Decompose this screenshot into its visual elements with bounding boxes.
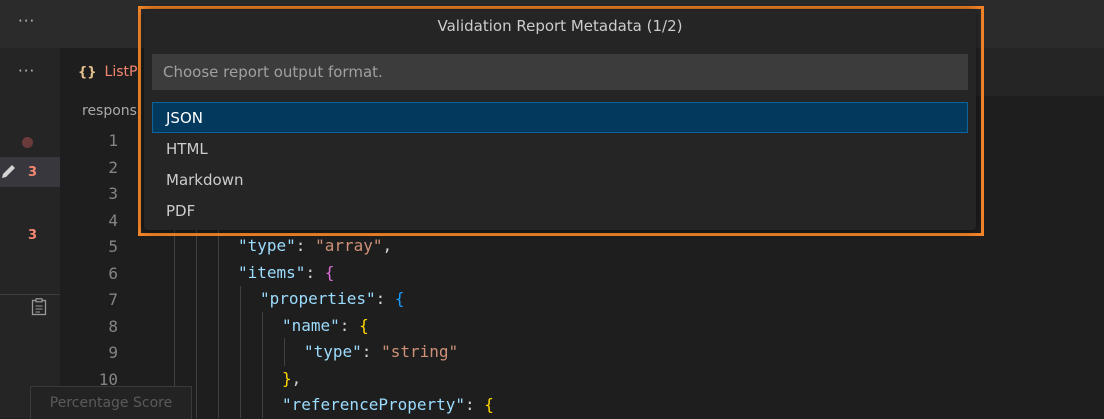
quick-pick-list: JSON HTML Markdown PDF [152,102,968,226]
code-line: "type": "string" [304,342,459,361]
more-actions-icon[interactable]: ··· [18,12,35,30]
sidebar-more-icon[interactable]: ··· [18,62,35,80]
code-line: "referenceProperty": { [282,395,494,414]
line-number: 1 [108,131,118,150]
line-number: 5 [108,237,118,256]
line-number-gutter: 1 2 3 4 5 6 7 8 9 10 11 [60,126,118,418]
line-number: 2 [108,158,118,177]
clipboard-icon[interactable] [31,298,47,316]
code-line: }, [282,369,302,388]
code-line: "name": { [282,316,369,335]
code-line: "items": { [238,263,335,282]
breadcrumb[interactable]: respons [82,103,137,119]
quick-pick-item[interactable]: Markdown [152,164,968,195]
quick-pick: Validation Report Metadata (1/2) Choose … [144,10,976,230]
json-file-icon: {} [78,64,97,80]
line-number: 8 [108,317,118,336]
sidebar-divider [0,294,60,295]
tab-filename: ListP [104,64,138,80]
problem-count: 3 [28,165,38,180]
code-line: "type": "array", [238,236,393,255]
line-number: 3 [108,184,118,203]
quick-pick-item[interactable]: JSON [152,102,968,133]
unsaved-dot-icon [22,137,33,148]
problem-count: 3 [28,228,38,243]
quick-pick-title: Validation Report Metadata (1/2) [437,17,683,35]
quick-pick-item[interactable]: PDF [152,195,968,226]
status-bar-item[interactable]: Percentage Score [30,386,192,419]
indent-guide [284,338,285,366]
code-line: "properties": { [260,289,405,308]
line-number: 4 [108,211,118,230]
quick-pick-item[interactable]: HTML [152,133,968,164]
line-number: 9 [108,343,118,362]
indent-guide [240,286,241,418]
line-number: 6 [108,264,118,283]
pencil-icon[interactable] [0,162,18,180]
quick-pick-input[interactable]: Choose report output format. [152,54,968,90]
line-number: 7 [108,290,118,309]
activity-sidebar: ··· 3 3 [0,48,60,418]
indent-guide [262,312,263,418]
